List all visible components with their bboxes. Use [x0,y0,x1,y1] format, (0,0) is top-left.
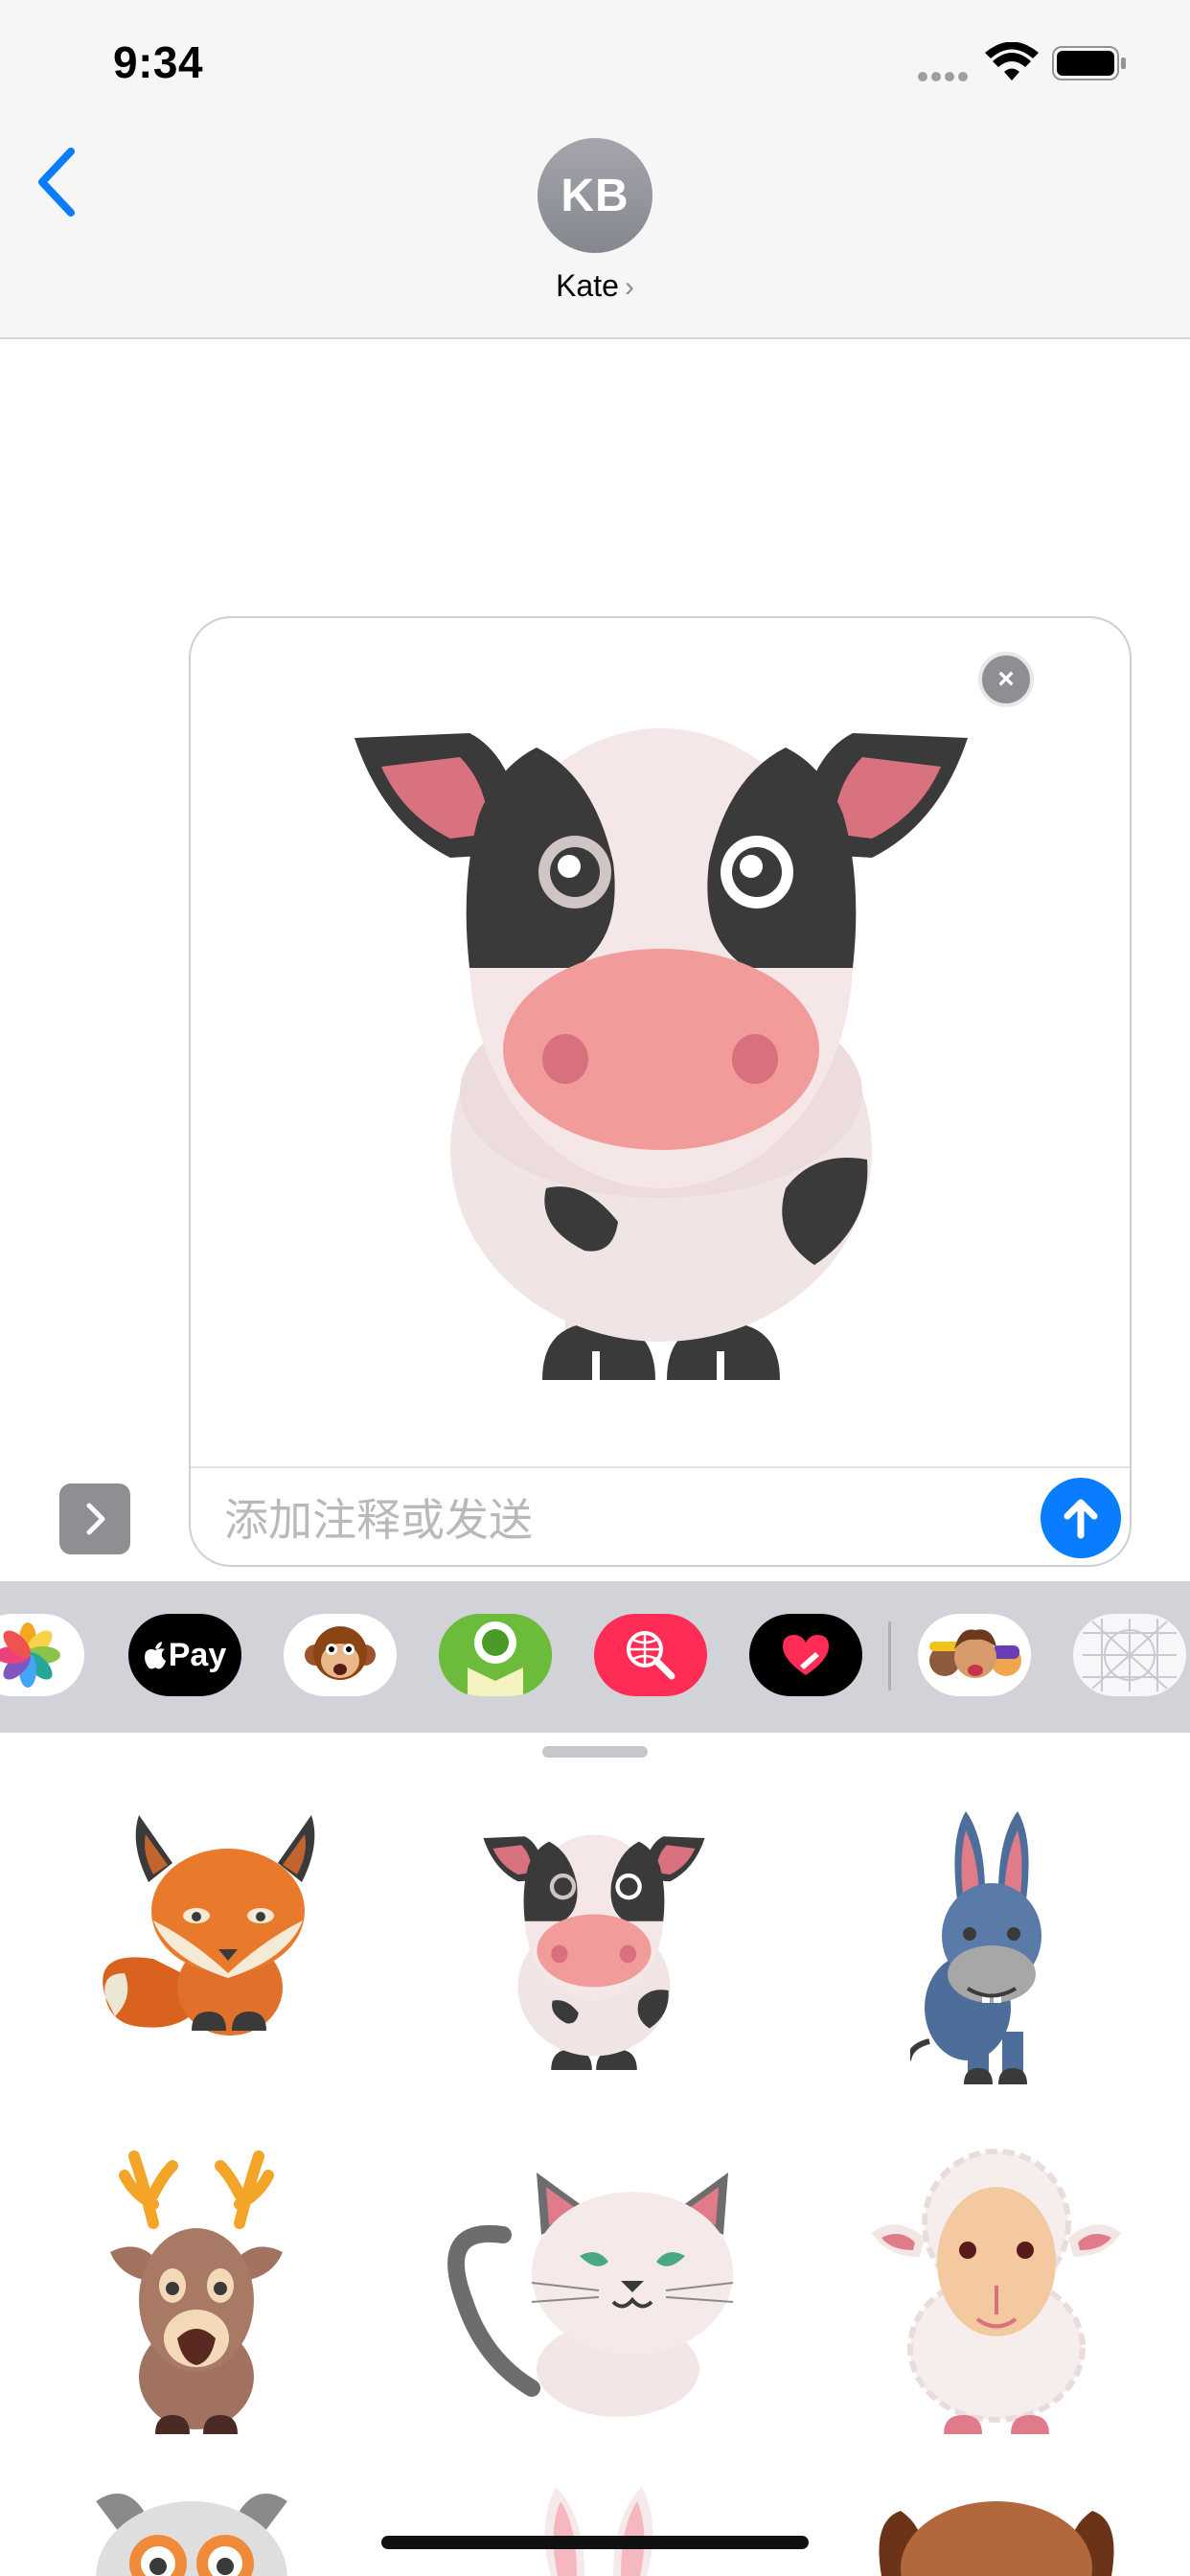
digital-touch-app-icon[interactable] [749,1614,862,1696]
heart-touch-icon [783,1635,829,1675]
attached-cow-sticker[interactable] [345,690,977,1380]
compose-divider [191,1466,1130,1468]
chevron-right-icon [86,1503,105,1535]
remove-attachment-button[interactable]: × [978,652,1034,707]
cow-sticker[interactable] [479,1821,709,2070]
status-time: 9:34 [113,37,204,87]
memoji-faces-icon [929,1629,1021,1678]
contact-avatar[interactable]: KB [538,138,652,253]
photos-flower-icon [0,1622,60,1688]
contact-name-button[interactable]: Kate › [498,268,692,304]
panel-grabber[interactable] [542,1746,648,1758]
globe-search-icon [627,1631,675,1680]
sheep-sticker[interactable] [867,2147,1126,2434]
cat-sticker[interactable] [446,2168,743,2417]
photos-app-icon[interactable] [0,1614,84,1696]
images-search-app-icon[interactable] [594,1614,707,1696]
deer-sticker[interactable] [96,2147,297,2434]
app-strip-divider [888,1622,891,1690]
grid-sticker-app-icon[interactable] [1073,1614,1186,1696]
apple-logo-icon [144,1642,166,1669]
contact-name: Kate [556,268,619,303]
rabbit-sticker[interactable] [517,2487,680,2576]
grid-pattern-icon [1083,1619,1177,1691]
donkey-sticker[interactable] [910,1802,1073,2089]
message-input[interactable] [222,1487,1012,1552]
send-button[interactable] [1041,1478,1121,1558]
battery-icon [1052,46,1126,80]
memoji-app-icon[interactable] [918,1614,1031,1696]
wifi-icon [985,42,1039,80]
leaf-badge-icon [439,1614,552,1696]
green-sticker-app-icon[interactable] [439,1614,552,1696]
back-button[interactable] [29,144,86,220]
cellular-signal-icon [918,69,972,81]
owl-sticker[interactable] [86,2482,297,2576]
chevron-right-icon: › [624,271,634,303]
arrow-up-icon [1064,1499,1098,1539]
fox-sticker[interactable] [96,1806,316,2045]
animoji-app-icon[interactable] [284,1614,397,1696]
dog-sticker[interactable] [872,2492,1121,2576]
apple-pay-label: Pay [168,1636,227,1673]
home-indicator [381,2536,809,2549]
expand-apps-button[interactable] [59,1484,130,1554]
apple-pay-app-icon[interactable]: Pay [128,1614,241,1696]
monkey-face-icon [305,1626,376,1680]
